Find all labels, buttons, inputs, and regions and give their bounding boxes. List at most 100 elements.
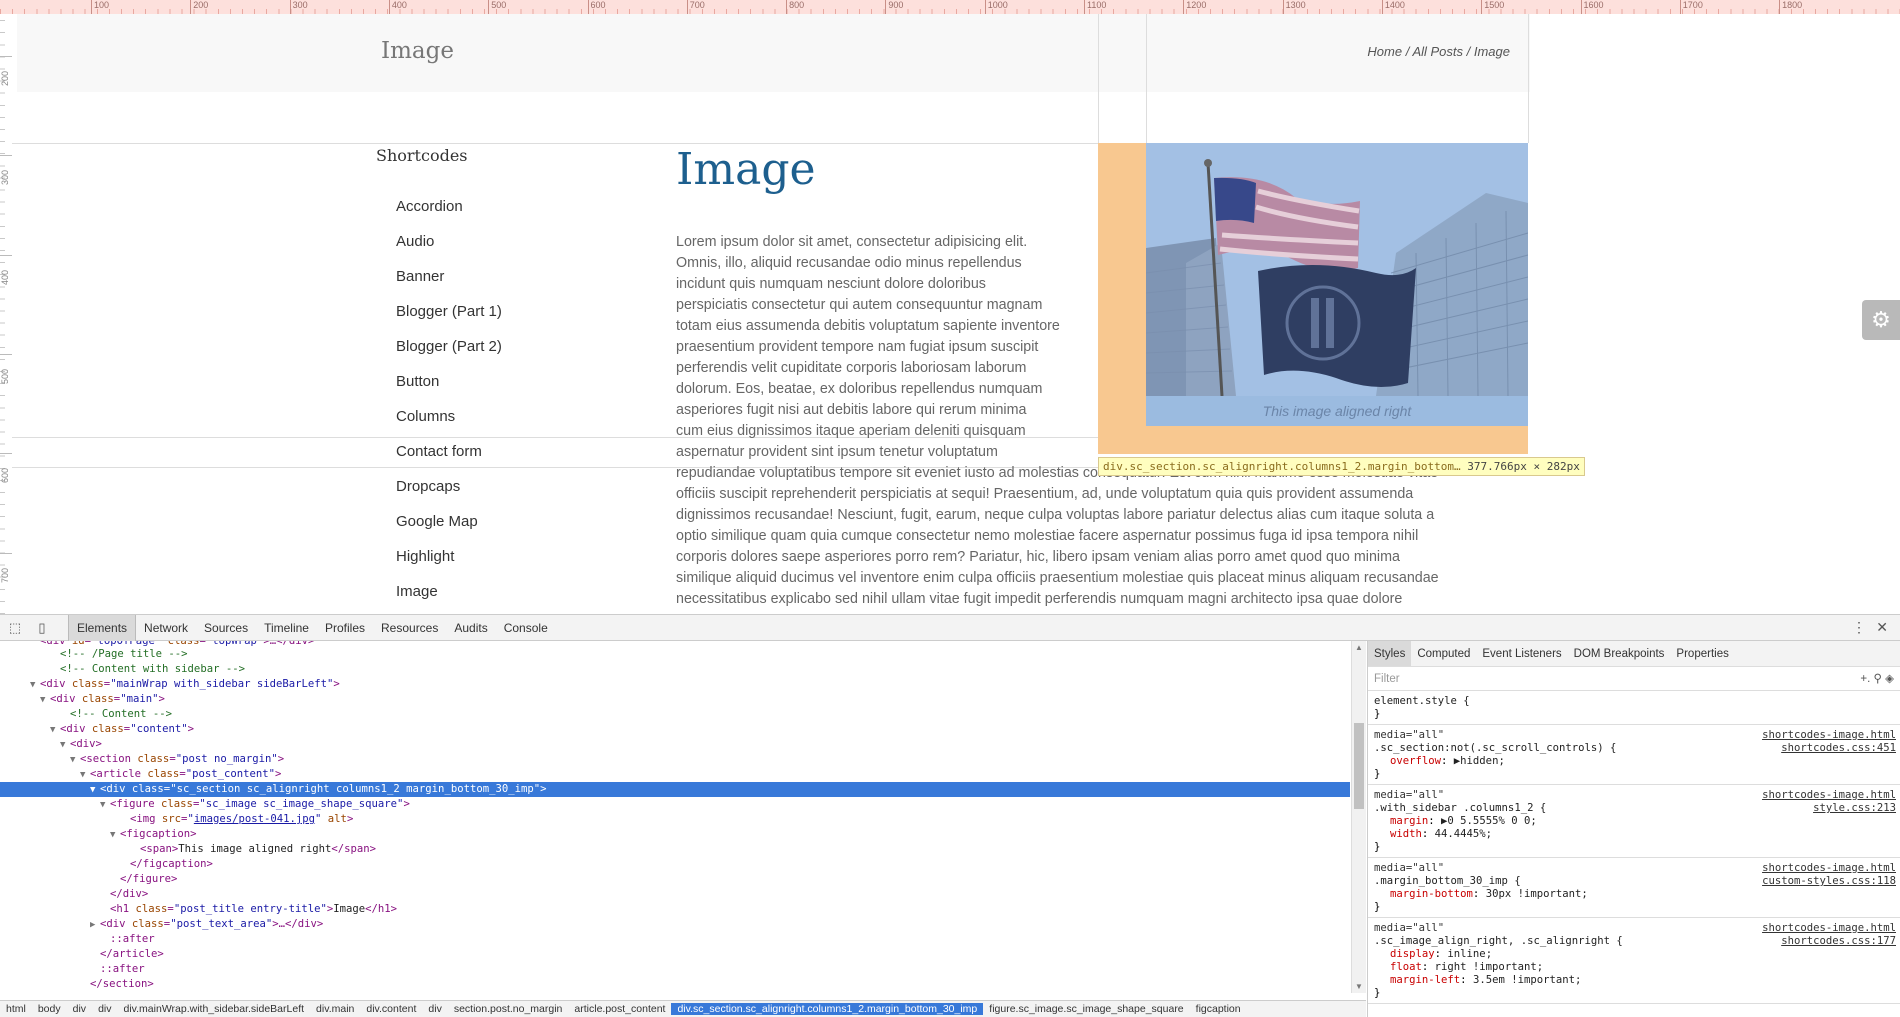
expand-arrow-icon[interactable]: ▼ <box>80 768 90 783</box>
dom-line[interactable]: ▼ <figcaption> <box>0 827 1350 842</box>
style-rule[interactable]: media="all" shortcodes-image.html .sc_imag… <box>1368 918 1900 1004</box>
dom-breadcrumb-item[interactable]: div.mainWrap.with_sidebar.sideBarLeft <box>118 1003 311 1015</box>
expand-arrow-icon[interactable]: ▼ <box>50 723 60 738</box>
tab-network[interactable]: Network <box>136 615 196 641</box>
dom-breadcrumb-item[interactable]: div <box>422 1003 447 1015</box>
tab-profiles[interactable]: Profiles <box>317 615 373 641</box>
rule-source-link[interactable]: style.css:213 <box>1813 802 1896 815</box>
styles-tab-computed[interactable]: Computed <box>1411 641 1476 666</box>
dom-breadcrumb-item[interactable]: figcaption <box>1190 1003 1247 1015</box>
styles-tab-styles[interactable]: Styles <box>1368 641 1412 666</box>
css-property[interactable]: margin-bottom: 30px !important; <box>1374 888 1896 901</box>
dom-line[interactable]: ▼ <section class="post no_margin"> <box>0 752 1350 767</box>
inspect-element-icon[interactable]: ⬚ <box>7 620 23 636</box>
styles-tab-event-listeners[interactable]: Event Listeners <box>1476 641 1567 666</box>
styles-filter[interactable]: Filter +. ⚲ ◈ <box>1368 667 1900 691</box>
new-style-rule-icon[interactable]: +. <box>1860 673 1870 685</box>
dom-breadcrumb-item[interactable]: div <box>67 1003 92 1015</box>
css-property-name[interactable]: margin <box>1390 815 1428 827</box>
dom-line[interactable]: ▼ <figure class="sc_image sc_image_shape_… <box>0 797 1350 812</box>
css-property[interactable]: margin: ▶0 5.5555% 0 0; <box>1374 815 1896 828</box>
sidebar-item[interactable]: Button <box>396 373 502 408</box>
styles-tab-properties[interactable]: Properties <box>1670 641 1734 666</box>
more-options-icon[interactable]: ⋮ <box>1852 619 1866 636</box>
style-rule[interactable]: media="all" shortcodes-image.html .with_si… <box>1368 785 1900 858</box>
rule-source-link[interactable]: shortcodes-image.html <box>1762 862 1896 875</box>
rule-source-link[interactable]: shortcodes.css:177 <box>1781 935 1896 948</box>
dom-line[interactable]: ▼ <div class="mainWrap with_sidebar sideB… <box>0 677 1350 692</box>
expand-arrow-icon[interactable]: ▼ <box>100 798 110 813</box>
css-property-value[interactable]: ▶hidden; <box>1454 755 1505 767</box>
dom-breadcrumb-item[interactable]: body <box>32 1003 67 1015</box>
sidebar-item[interactable]: Contact form <box>396 443 502 478</box>
dom-line[interactable]: ▼ <div class="content"> <box>0 722 1350 737</box>
dom-line[interactable]: </section> <box>0 977 1350 992</box>
styles-tab-dom-breakpoints[interactable]: DOM Breakpoints <box>1568 641 1671 666</box>
close-icon[interactable]: ✕ <box>1876 619 1888 636</box>
expand-arrow-icon[interactable]: ▼ <box>40 693 50 708</box>
dom-breadcrumb-item[interactable]: figure.sc_image.sc_image_shape_square <box>983 1003 1189 1015</box>
css-property-value[interactable]: inline; <box>1447 948 1492 960</box>
dom-line[interactable]: <!-- Content with sidebar --> <box>0 662 1350 677</box>
css-property-name[interactable]: margin-bottom <box>1390 888 1473 900</box>
dom-line[interactable]: </article> <box>0 947 1350 962</box>
elements-dom-tree[interactable]: <div id="topOfPage" class="topWrap">…</d… <box>0 641 1350 993</box>
dom-line[interactable]: ::after <box>0 932 1350 947</box>
rule-source-link[interactable]: custom-styles.css:118 <box>1762 875 1896 888</box>
style-rule[interactable]: element.style {} <box>1368 691 1900 725</box>
css-property-name[interactable]: overflow <box>1390 755 1441 767</box>
expand-arrow-icon[interactable]: ▼ <box>90 783 100 798</box>
tab-elements[interactable]: Elements <box>68 615 137 641</box>
tab-sources[interactable]: Sources <box>196 615 256 641</box>
dom-line[interactable]: ▼ <div class="main"> <box>0 692 1350 707</box>
dom-breadcrumb-item[interactable]: div.content <box>360 1003 422 1015</box>
dom-line[interactable]: <!-- Content --> <box>0 707 1350 722</box>
dom-line[interactable]: ▼ <div> <box>0 737 1350 752</box>
dom-breadcrumb-item[interactable]: div.main <box>310 1003 360 1015</box>
device-mode-icon[interactable]: ▯ <box>34 620 50 636</box>
css-property[interactable]: float: right !important; <box>1374 961 1896 974</box>
sidebar-item[interactable]: Accordion <box>396 198 502 233</box>
expand-arrow-icon[interactable]: ▼ <box>60 738 70 753</box>
rule-source-link[interactable]: shortcodes.css:451 <box>1781 742 1896 755</box>
expand-arrow-icon[interactable]: ▼ <box>30 678 40 693</box>
css-property-value[interactable]: 3.5em !important; <box>1473 974 1581 986</box>
dom-line[interactable]: ::after <box>0 962 1350 977</box>
css-property-value[interactable]: 44.4445%; <box>1435 828 1492 840</box>
rule-source-link[interactable]: shortcodes-image.html <box>1762 729 1896 742</box>
scroll-up-icon[interactable]: ▲ <box>1355 643 1363 652</box>
tab-audits[interactable]: Audits <box>446 615 495 641</box>
scroll-down-icon[interactable]: ▼ <box>1355 982 1363 991</box>
dom-line[interactable]: ▶ <div class="post_text_area">…</div> <box>0 917 1350 932</box>
css-property-value[interactable]: ▶0 5.5555% 0 0; <box>1441 815 1537 827</box>
dom-breadcrumb-item[interactable]: html <box>0 1003 32 1015</box>
sidebar-item[interactable]: Blogger (Part 1) <box>396 303 502 338</box>
sidebar-item[interactable]: Google Map <box>396 513 502 548</box>
css-property-name[interactable]: width <box>1390 828 1422 840</box>
sidebar-item[interactable]: Image <box>396 583 502 614</box>
tab-resources[interactable]: Resources <box>373 615 446 641</box>
pin-icon[interactable]: ⚲ <box>1874 673 1882 685</box>
css-property-value[interactable]: 30px !important; <box>1486 888 1588 900</box>
expand-arrow-icon[interactable]: ▶ <box>90 918 100 933</box>
dom-line[interactable]: </figcaption> <box>0 857 1350 872</box>
scrollbar-thumb[interactable] <box>1354 723 1364 809</box>
sidebar-item[interactable]: Audio <box>396 233 502 268</box>
dom-line[interactable]: </div> <box>0 887 1350 902</box>
sidebar-item[interactable]: Columns <box>396 408 502 443</box>
sidebar-item[interactable]: Banner <box>396 268 502 303</box>
tab-console[interactable]: Console <box>496 615 556 641</box>
tab-timeline[interactable]: Timeline <box>256 615 317 641</box>
css-property-name[interactable]: margin-left <box>1390 974 1460 986</box>
dom-line[interactable]: <!-- /Page title --> <box>0 647 1350 662</box>
dom-breadcrumb-item[interactable]: div.sc_section.sc_alignright.columns1_2.… <box>671 1003 984 1015</box>
css-property[interactable]: display: inline; <box>1374 948 1896 961</box>
expand-arrow-icon[interactable]: ▼ <box>70 753 80 768</box>
dom-breadcrumb-item[interactable]: section.post.no_margin <box>448 1003 569 1015</box>
style-rule[interactable]: media="all" shortcodes-image.html .margin_… <box>1368 858 1900 918</box>
dom-line[interactable]: ▼ <article class="post_content"> <box>0 767 1350 782</box>
dom-line[interactable]: <span>This image aligned right</span> <box>0 842 1350 857</box>
sidebar-item[interactable]: Blogger (Part 2) <box>396 338 502 373</box>
rule-source-link[interactable]: shortcodes-image.html <box>1762 789 1896 802</box>
dom-breadcrumb-item[interactable]: article.post_content <box>568 1003 671 1015</box>
